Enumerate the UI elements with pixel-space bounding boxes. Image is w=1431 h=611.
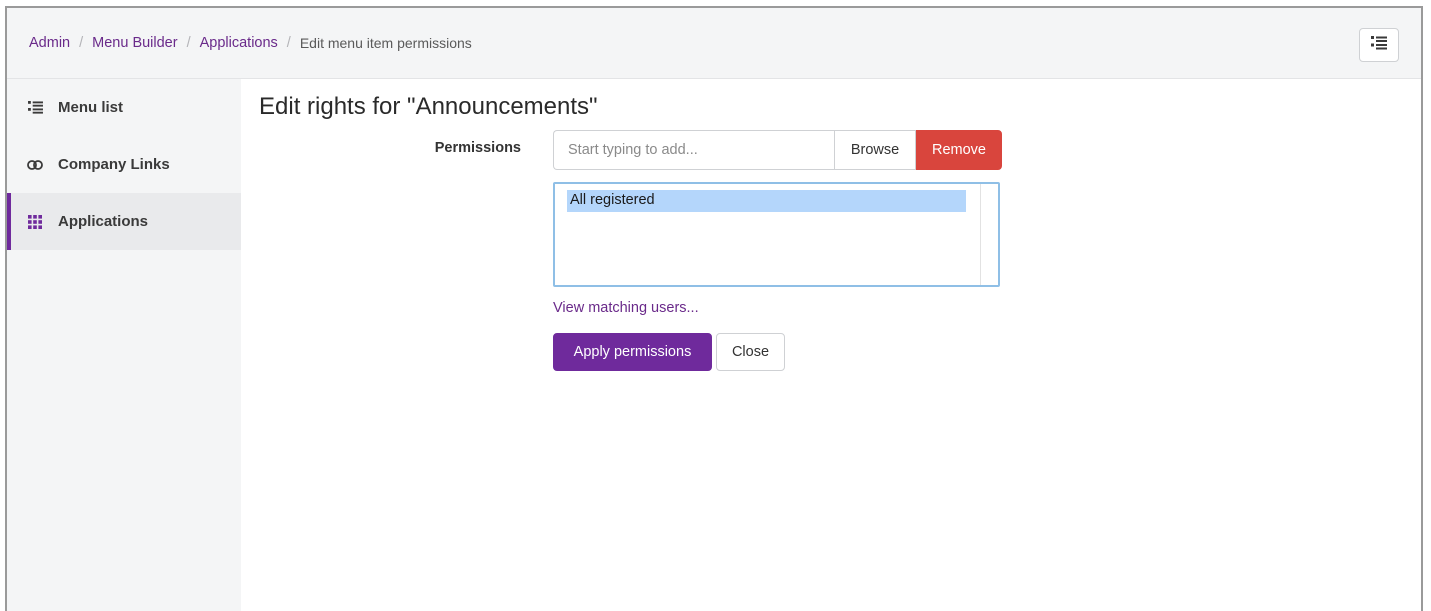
close-button[interactable]: Close [716, 333, 785, 371]
breadcrumb-current: Edit menu item permissions [299, 35, 472, 51]
sidebar-toggle-button[interactable] [1359, 28, 1399, 62]
permissions-input-group: Browse Remove [553, 130, 1002, 170]
breadcrumb: Admin / Menu Builder / Applications / Ed… [29, 35, 472, 51]
grid-icon [27, 214, 43, 230]
breadcrumb-admin[interactable]: Admin [29, 35, 70, 51]
main-content: Edit rights for "Announcements" Permissi… [241, 79, 1421, 611]
sidebar-item-label: Applications [58, 213, 149, 230]
breadcrumb-menu-builder[interactable]: Menu Builder [92, 35, 177, 51]
page-title: Edit rights for "Announcements" [259, 93, 598, 120]
link-icon [27, 157, 43, 173]
top-bar: Admin / Menu Builder / Applications / Ed… [7, 8, 1421, 79]
breadcrumb-separator: / [286, 35, 291, 51]
permission-option[interactable]: All registered [567, 190, 966, 212]
app-window: Admin / Menu Builder / Applications / Ed… [5, 6, 1423, 611]
sidebar-item-company-links[interactable]: Company Links [7, 136, 241, 193]
listbox-scrollbar[interactable] [980, 184, 998, 285]
permissions-listbox[interactable]: All registered [553, 182, 1000, 287]
breadcrumb-separator: / [186, 35, 191, 51]
sidebar-item-applications[interactable]: Applications [7, 193, 241, 250]
permissions-search-input[interactable] [553, 130, 834, 170]
breadcrumb-applications[interactable]: Applications [200, 35, 278, 51]
sidebar: Menu list Company Links Applications [7, 79, 241, 611]
remove-button[interactable]: Remove [916, 130, 1002, 170]
sidebar-item-label: Company Links [58, 156, 170, 173]
sidebar-item-menu-list[interactable]: Menu list [7, 79, 241, 136]
browse-button[interactable]: Browse [834, 130, 916, 170]
view-matching-users-link[interactable]: View matching users... [553, 300, 699, 316]
breadcrumb-separator: / [79, 35, 84, 51]
list-icon [1371, 36, 1387, 54]
apply-permissions-button[interactable]: Apply permissions [553, 333, 712, 371]
list-icon [27, 100, 43, 116]
sidebar-item-label: Menu list [58, 99, 124, 116]
permissions-label: Permissions [434, 140, 521, 156]
